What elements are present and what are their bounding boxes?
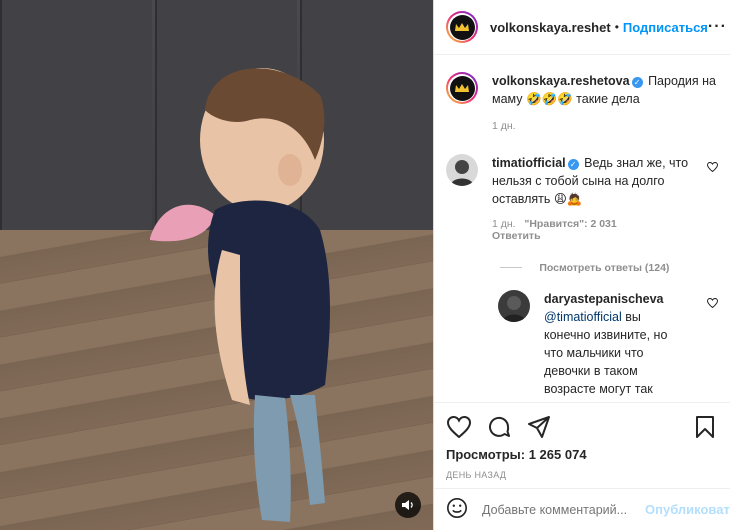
comment-input[interactable] (480, 501, 645, 518)
paper-plane-icon (528, 416, 550, 438)
more-options-icon[interactable]: ··· (708, 18, 727, 36)
author-username[interactable]: volkonskaya.reshet (490, 20, 611, 35)
heart-outline-icon (706, 161, 719, 173)
views-count[interactable]: Просмотры: 1 265 074 (434, 443, 730, 462)
caption-age: 1 дн. (492, 120, 516, 132)
caption-row: volkonskaya.reshetova ✓ Пародия на маму 🤣… (434, 56, 730, 132)
reply-text: daryastepanischeva @timatiofficial вы ко… (544, 290, 684, 401)
like-reply-button[interactable] (706, 290, 719, 401)
caption-text: volkonskaya.reshetova ✓ Пародия на маму 🤣… (492, 72, 718, 108)
post-date[interactable]: ДЕНЬ НАЗАД (434, 462, 730, 480)
bookmark-icon (696, 416, 714, 438)
speaker-icon (402, 500, 413, 510)
comment-meta: 1 дн. "Нравится": 2 031 (492, 218, 692, 230)
like-comment-button[interactable] (706, 154, 719, 242)
view-replies-button[interactable]: Посмотреть ответы (124) (539, 262, 669, 274)
heart-outline-icon (706, 297, 719, 309)
reply-mention[interactable]: @timatiofficial (544, 310, 622, 324)
like-button[interactable] (446, 414, 472, 440)
verified-badge-icon: ✓ (631, 77, 643, 88)
publish-button[interactable]: Опубликовать (645, 502, 730, 517)
smiley-icon (447, 498, 467, 518)
heart-icon (447, 416, 471, 438)
crown-logo-icon (449, 75, 475, 101)
comment-text: timatiofficial ✓ Ведь знал же, что нельзя… (492, 154, 692, 208)
share-button[interactable] (526, 414, 552, 440)
view-replies-row[interactable]: Посмотреть ответы (124) (434, 242, 730, 274)
commenter-avatar[interactable] (446, 154, 478, 186)
header-separator: • (614, 20, 619, 34)
post-sidebar: volkonskaya.reshet • Подписаться ··· vol… (434, 0, 730, 530)
comment-username[interactable]: timatiofficial (492, 156, 566, 170)
comment-age: 1 дн. (492, 218, 516, 230)
child-figure (150, 68, 330, 522)
follow-button[interactable]: Подписаться (623, 20, 708, 35)
reply-row: daryastepanischeva @timatiofficial вы ко… (434, 274, 730, 401)
comment-row: timatiofficial ✓ Ведь знал же, что нельзя… (434, 132, 730, 242)
reply-button[interactable]: Ответить (492, 230, 692, 242)
action-bar (434, 403, 730, 443)
comments-list[interactable]: volkonskaya.reshetova ✓ Пародия на маму 🤣… (434, 56, 730, 401)
add-comment-bar: Опубликовать (434, 488, 730, 530)
comment-bubble-icon (489, 416, 510, 437)
instagram-post-modal: volkonskaya.reshet • Подписаться ··· vol… (0, 0, 730, 530)
post-actions: Просмотры: 1 265 074 ДЕНЬ НАЗАД (434, 402, 730, 480)
author-avatar[interactable] (446, 11, 478, 43)
post-header: volkonskaya.reshet • Подписаться ··· (434, 0, 730, 55)
caption-avatar[interactable] (446, 72, 478, 104)
reply-username[interactable]: daryastepanischeva (544, 292, 664, 306)
verified-badge-icon: ✓ (567, 159, 579, 170)
crown-logo-icon (449, 14, 475, 40)
mute-button[interactable] (395, 492, 421, 518)
caption-username[interactable]: volkonskaya.reshetova (492, 74, 630, 88)
views-label: Просмотры: (446, 447, 526, 462)
replier-avatar[interactable] (498, 290, 530, 322)
thread-line (500, 267, 522, 269)
comment-button[interactable] (486, 414, 512, 440)
views-number: 1 265 074 (528, 447, 587, 462)
post-video[interactable] (0, 0, 433, 530)
save-button[interactable] (692, 414, 718, 440)
comment-likes[interactable]: "Нравится": 2 031 (524, 218, 616, 230)
emoji-button[interactable] (446, 497, 468, 522)
